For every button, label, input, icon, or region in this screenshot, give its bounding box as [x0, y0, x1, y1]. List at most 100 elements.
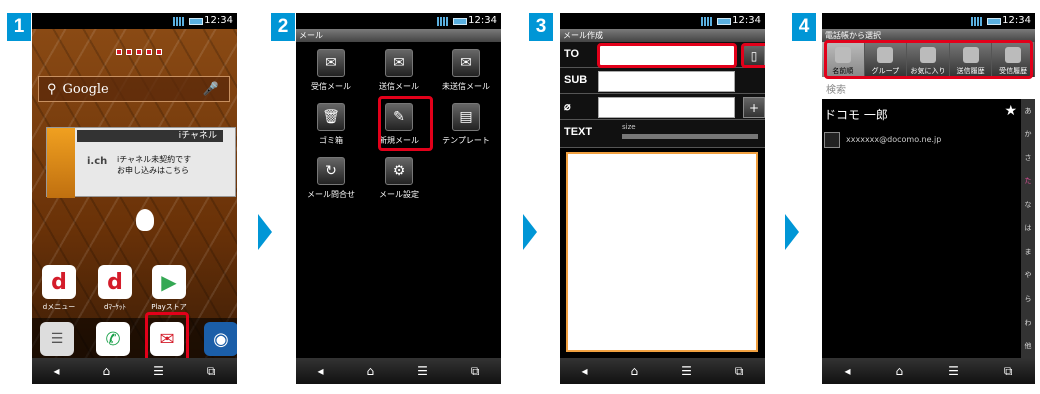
signal-icon [971, 17, 983, 26]
attachment-field[interactable] [598, 97, 735, 118]
menu-icon[interactable]: ☰ [417, 364, 428, 378]
paperclip-icon: ⌀ [564, 101, 571, 113]
index-letter[interactable]: ら [1025, 294, 1032, 304]
menu-icon[interactable]: ☰ [153, 364, 164, 378]
index-letter[interactable]: わ [1025, 318, 1032, 328]
home-icon[interactable]: ⌂ [103, 364, 111, 378]
body-textarea[interactable] [566, 152, 758, 352]
checkbox[interactable] [824, 132, 840, 148]
menu-item-mail-check[interactable]: ↻ メール問合せ [298, 157, 364, 200]
ichannel-widget[interactable]: iチャネル i.ch iチャネル未契約です お申し込みはこちら [46, 127, 236, 198]
phone-screen-mail-menu: 12:34 メール ✉ 受信メール ✉ 送信メール ✉ 未送信メール 🗑 ゴミ箱 ✎ 新規… [296, 13, 501, 384]
menu-item-label: メール設定 [379, 190, 419, 199]
phone-app-icon[interactable]: ✆ [96, 322, 130, 356]
back-icon[interactable]: ◂ [845, 364, 851, 378]
step-badge-2: 2 [271, 13, 295, 41]
dmarket-app-icon[interactable]: d [98, 265, 132, 299]
subject-row: SUB [560, 68, 765, 94]
home-icon[interactable]: ⌂ [896, 364, 904, 378]
back-icon[interactable]: ◂ [582, 364, 588, 378]
index-letter[interactable]: か [1025, 129, 1032, 139]
menu-item-label: 受信メール [311, 82, 351, 91]
next-arrow-icon [785, 214, 799, 250]
screen-title: メール [296, 29, 501, 42]
index-bar[interactable]: あ か さ た な は ま や ら わ 他 [1021, 99, 1035, 358]
status-clock: 12:34 [732, 15, 761, 26]
step-badge-1: 1 [7, 13, 31, 41]
index-letter[interactable]: は [1025, 223, 1032, 233]
status-bar: 12:34 [296, 13, 501, 29]
page-indicator [116, 49, 162, 55]
recent-apps-icon[interactable]: ⧉ [207, 364, 216, 379]
menu-item-inbox[interactable]: ✉ 受信メール [298, 49, 364, 92]
phone-screen-home: 12:34 ⚲ Google 🎤 iチャネル i.ch iチャネル未契約です お… [32, 13, 237, 384]
home-icon[interactable]: ⌂ [367, 364, 375, 378]
subject-label: SUB [564, 74, 588, 86]
index-letter[interactable]: や [1025, 270, 1032, 280]
index-letter[interactable]: た [1025, 176, 1032, 186]
ichannel-logo: i.ch [87, 156, 108, 167]
battery-icon [717, 18, 731, 25]
highlight-box [741, 43, 765, 68]
size-label: size [622, 123, 636, 131]
menu-item-label: テンプレート [442, 136, 490, 145]
widget-title: iチャネル [77, 130, 223, 142]
highlight-box [378, 96, 433, 151]
mic-icon[interactable]: 🎤 [203, 82, 219, 97]
step-badge-4: 4 [792, 13, 816, 41]
highlight-box [145, 312, 189, 362]
widget-line-2: お申し込みはこちら [117, 166, 189, 175]
search-label: Google [62, 81, 109, 97]
instruction-figure: 1 2 3 4 12:34 ⚲ Google 🎤 iチャネル i.ch iチャネ… [0, 0, 1040, 394]
browser-app-icon[interactable]: ◉ [204, 322, 237, 356]
menu-item-mail-settings[interactable]: ⚙ メール設定 [366, 157, 432, 200]
index-letter[interactable]: あ [1025, 106, 1032, 116]
text-label: TEXT [564, 126, 593, 138]
subject-field[interactable] [598, 71, 735, 92]
highlight-box [597, 43, 737, 68]
search-input[interactable]: 検索 [822, 77, 1035, 99]
recent-apps-icon[interactable]: ⧉ [735, 364, 744, 379]
menu-item-label: ゴミ箱 [319, 136, 343, 145]
shabette-concier-icon[interactable] [136, 209, 154, 231]
menu-icon[interactable]: ☰ [948, 364, 959, 378]
battery-icon [453, 18, 467, 25]
menu-item-label: メール問合せ [307, 190, 355, 199]
home-icon[interactable]: ⌂ [631, 364, 639, 378]
index-letter[interactable]: ま [1025, 247, 1032, 257]
index-letter[interactable]: 他 [1025, 341, 1032, 351]
play-store-app-icon[interactable]: ▶ [152, 265, 186, 299]
signal-icon [173, 17, 185, 26]
recent-apps-icon[interactable]: ⧉ [1004, 364, 1013, 379]
widget-line-1: iチャネル未契約です [117, 155, 192, 164]
app-drawer-icon[interactable]: ☰ [40, 322, 74, 356]
status-clock: 12:34 [204, 15, 233, 26]
menu-item-unsent[interactable]: ✉ 未送信メール [433, 49, 499, 92]
menu-item-label: 未送信メール [442, 82, 490, 91]
favorite-star-icon[interactable]: ★ [1004, 103, 1017, 119]
recent-apps-icon[interactable]: ⧉ [471, 364, 480, 379]
highlight-box [824, 40, 1033, 79]
signal-icon [701, 17, 713, 26]
nav-bar: ◂ ⌂ ☰ ⧉ [560, 358, 765, 384]
index-letter[interactable]: さ [1025, 153, 1032, 163]
unsent-mail-icon: ✉ [452, 49, 480, 77]
inbox-icon: ✉ [317, 49, 345, 77]
menu-item-template[interactable]: ▤ テンプレート [433, 103, 499, 146]
nav-bar: ◂ ⌂ ☰ ⧉ [822, 358, 1035, 384]
menu-icon[interactable]: ☰ [681, 364, 692, 378]
search-icon: ⚲ [47, 81, 57, 97]
menu-item-sent[interactable]: ✉ 送信メール [366, 49, 432, 92]
google-search-bar[interactable]: ⚲ Google 🎤 [38, 76, 230, 102]
dmenu-app-icon[interactable]: d [42, 265, 76, 299]
back-icon[interactable]: ◂ [318, 364, 324, 378]
battery-icon [987, 18, 1001, 25]
add-attachment-button[interactable]: + [743, 97, 765, 118]
trash-icon: 🗑 [317, 103, 345, 131]
back-icon[interactable]: ◂ [54, 364, 60, 378]
app-label: Playストア [151, 303, 187, 311]
contact-email-row[interactable]: xxxxxxx@docomo.ne.jp [824, 132, 1019, 150]
index-letter[interactable]: な [1025, 200, 1032, 210]
menu-item-trash[interactable]: 🗑 ゴミ箱 [298, 103, 364, 146]
widget-message: iチャネル未契約です お申し込みはこちら [117, 154, 191, 176]
